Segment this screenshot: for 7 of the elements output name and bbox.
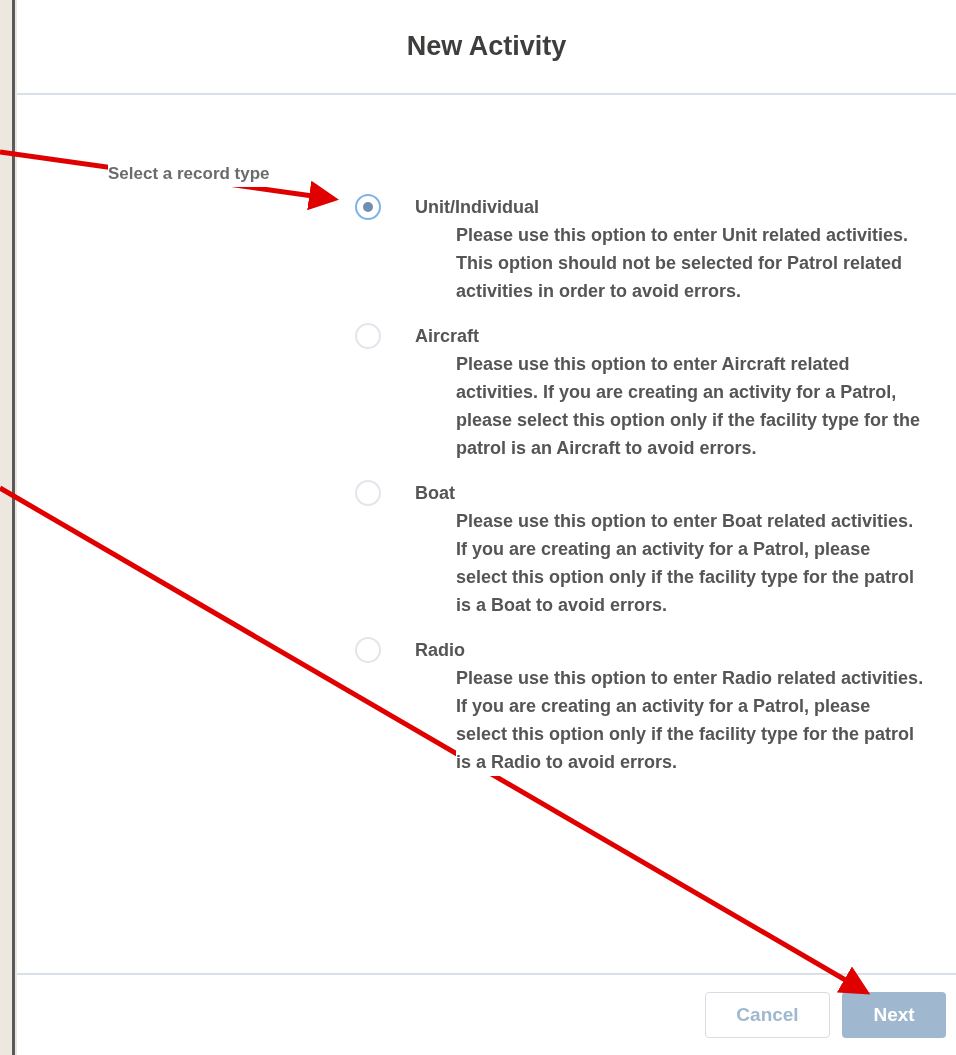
option-label[interactable]: Radio xyxy=(415,636,465,664)
option-label[interactable]: Aircraft xyxy=(415,322,480,350)
dialog-title: New Activity xyxy=(406,30,567,64)
radio-button[interactable] xyxy=(355,194,381,220)
option-label[interactable]: Boat xyxy=(415,479,455,507)
prompt-label: Select a record type xyxy=(108,161,270,187)
option-label[interactable]: Unit/Individual xyxy=(415,193,539,221)
